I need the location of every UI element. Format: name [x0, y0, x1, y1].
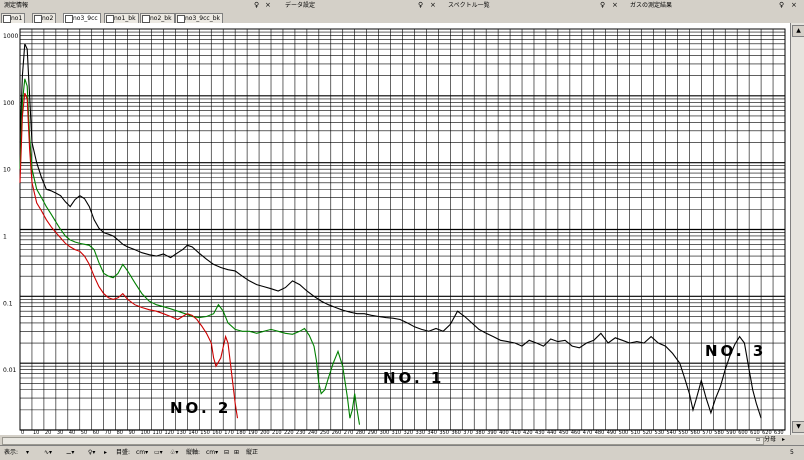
play-button[interactable]: ▸ [104, 448, 107, 458]
vertical-axis-label: 縦軸: [186, 449, 201, 456]
frame-dropdown[interactable]: ▭▾ [154, 448, 163, 458]
display-dropdown[interactable]: ▾ [26, 448, 29, 458]
annotation-no3: NO. 3 [705, 342, 766, 360]
tab-no1-bk[interactable]: no1_bk [104, 13, 139, 23]
scale-label: 目盛: [116, 449, 131, 456]
tab-no3-9cc-bk[interactable]: no3_9cc_bk [175, 13, 223, 23]
line-style-dropdown[interactable]: ∿▾ [44, 448, 52, 458]
document-icon [65, 15, 73, 23]
tab-no2-bk[interactable]: no2_bk [140, 13, 175, 23]
vertical-scrollbar[interactable]: ▲ ▼ [790, 23, 804, 435]
scroll-up-button[interactable]: ▲ [792, 25, 804, 37]
tab-label: no3_9cc_bk [185, 15, 220, 22]
spectrum-plot[interactable]: 1000 100 10 1 0.1 0.01 0 10 20 30 40 50 60 70 80 90 100… [0, 23, 790, 436]
scroll-down-button[interactable]: ▼ [792, 421, 804, 433]
pin-icon[interactable]: ♀ [254, 0, 259, 11]
annotations: NO. 1 NO. 2 NO. 3 [170, 342, 766, 417]
scale-unit-dropdown[interactable]: cm▾ [136, 448, 148, 458]
document-icon [106, 15, 114, 23]
pane-title-spectrum-list: スペクトル一覧 [448, 2, 490, 9]
y-tick-label: 0.01 [3, 367, 17, 374]
status-value: 5 [790, 449, 794, 456]
tab-label: no1_bk [114, 15, 136, 22]
y-tick-label: 10 [3, 167, 11, 174]
denominator-label: 分母 [764, 436, 777, 443]
scroll-right-button[interactable]: ▸ [782, 435, 785, 445]
display-label: 表示: [4, 449, 19, 456]
vertical-unit-dropdown[interactable]: cm▾ [206, 448, 218, 458]
y-tick-label: 1 [3, 234, 7, 241]
y-tick-label: 100 [3, 100, 15, 107]
tab-no2[interactable]: no2 [32, 13, 57, 23]
marker-dropdown[interactable]: ♀▾ [88, 448, 95, 458]
y-tick-labels: 1000 100 10 1 0.1 0.01 [3, 33, 18, 374]
tab-no1[interactable]: no1 [1, 13, 26, 23]
document-icon [142, 15, 150, 23]
annotation-no2: NO. 2 [170, 399, 231, 417]
pin-icon[interactable]: ♀ [779, 0, 784, 11]
pin-icon[interactable]: ♀ [418, 0, 423, 11]
tab-label: no2_bk [150, 15, 172, 22]
pin-icon[interactable]: ♀ [600, 0, 605, 11]
zoom-in-icon[interactable]: ⊞ [234, 448, 239, 458]
close-icon[interactable]: × [612, 0, 618, 11]
tab-no3-9cc[interactable]: no3_9cc [63, 13, 101, 23]
line-width-dropdown[interactable]: ⚊▾ [66, 448, 74, 458]
spectrum-chart: 10001001010.10.01 0 10 20 30 40 50 60 70 80 90 100… [3, 28, 786, 436]
zoom-icon[interactable]: ▫ [756, 435, 760, 445]
y-tick-label: 0.1 [3, 300, 13, 307]
annotation-no1: NO. 1 [383, 369, 444, 387]
close-icon[interactable]: × [430, 0, 436, 11]
vertical-normal-button[interactable]: 縦正 [246, 448, 258, 458]
pane-title-measurement-info: 測定情報 [4, 2, 29, 9]
close-icon[interactable]: × [265, 0, 271, 11]
scroll-thumb[interactable] [2, 437, 764, 445]
zoom-out-icon[interactable]: ⊟ [224, 448, 229, 458]
pane-title-data-settings: データ設定 [285, 2, 316, 9]
tab-label: no1 [11, 15, 23, 22]
document-icon [34, 15, 42, 23]
horizontal-scrollbar[interactable]: ▫ 分母 ▸ [0, 435, 790, 445]
document-icon [3, 15, 11, 23]
status-bar: 表示: ▾ ∿▾ ⚊▾ ♀▾ ▸ 目盛: cm▾ ▭▾ ♧▾ 縦軸: cm▾ ⊟… [0, 445, 804, 460]
y-tick-label: 1000 [3, 33, 18, 40]
color-dropdown[interactable]: ♧▾ [170, 448, 178, 458]
document-icon [177, 15, 185, 23]
close-icon[interactable]: × [791, 0, 797, 11]
tab-label: no3_9cc [73, 15, 98, 22]
tab-label: no2 [42, 15, 54, 22]
pane-title-gas-result: ガスの測定結果 [630, 2, 673, 9]
